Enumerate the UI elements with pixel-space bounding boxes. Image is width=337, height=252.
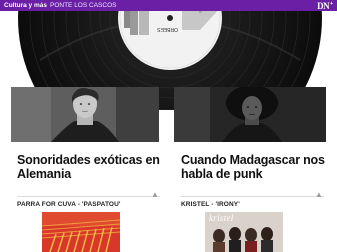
album-cover-title: kristel — [209, 213, 234, 223]
track-title-left: PARRA FOR CUVA - 'PASPATOU' — [17, 201, 121, 208]
story-headline-left[interactable]: Sonoridades exóticas en Alemania — [17, 153, 165, 181]
chevron-up-icon[interactable]: ▲ — [314, 191, 324, 199]
breadcrumb-section[interactable]: Cultura y más — [4, 2, 47, 9]
breadcrumb: Cultura y más PONTE LOS CASCOS — [4, 0, 116, 11]
top-bar: Cultura y más PONTE LOS CASCOS DN + — [0, 0, 337, 11]
album-cover-paspatou[interactable] — [42, 212, 120, 252]
story-headline-right[interactable]: Cuando Madagascar nos habla de punk — [181, 153, 331, 181]
site-logo[interactable]: DN + — [317, 0, 333, 11]
story-photo-man — [11, 87, 159, 142]
story-card-right[interactable] — [174, 87, 326, 142]
record-label-text: ORBEES — [156, 26, 178, 32]
story-photo-woman — [174, 87, 326, 142]
album-cover-irony[interactable]: kristel — [205, 212, 283, 252]
divider-right — [181, 196, 324, 197]
divider-left — [17, 196, 160, 197]
track-title-right: KRISTEL - 'IRONY' — [181, 201, 240, 208]
breadcrumb-article[interactable]: PONTE LOS CASCOS — [50, 2, 116, 9]
logo-plus: + — [330, 1, 333, 7]
logo-text: DN — [317, 0, 330, 11]
chevron-up-icon[interactable]: ▲ — [150, 191, 160, 199]
story-card-left[interactable] — [11, 87, 159, 142]
